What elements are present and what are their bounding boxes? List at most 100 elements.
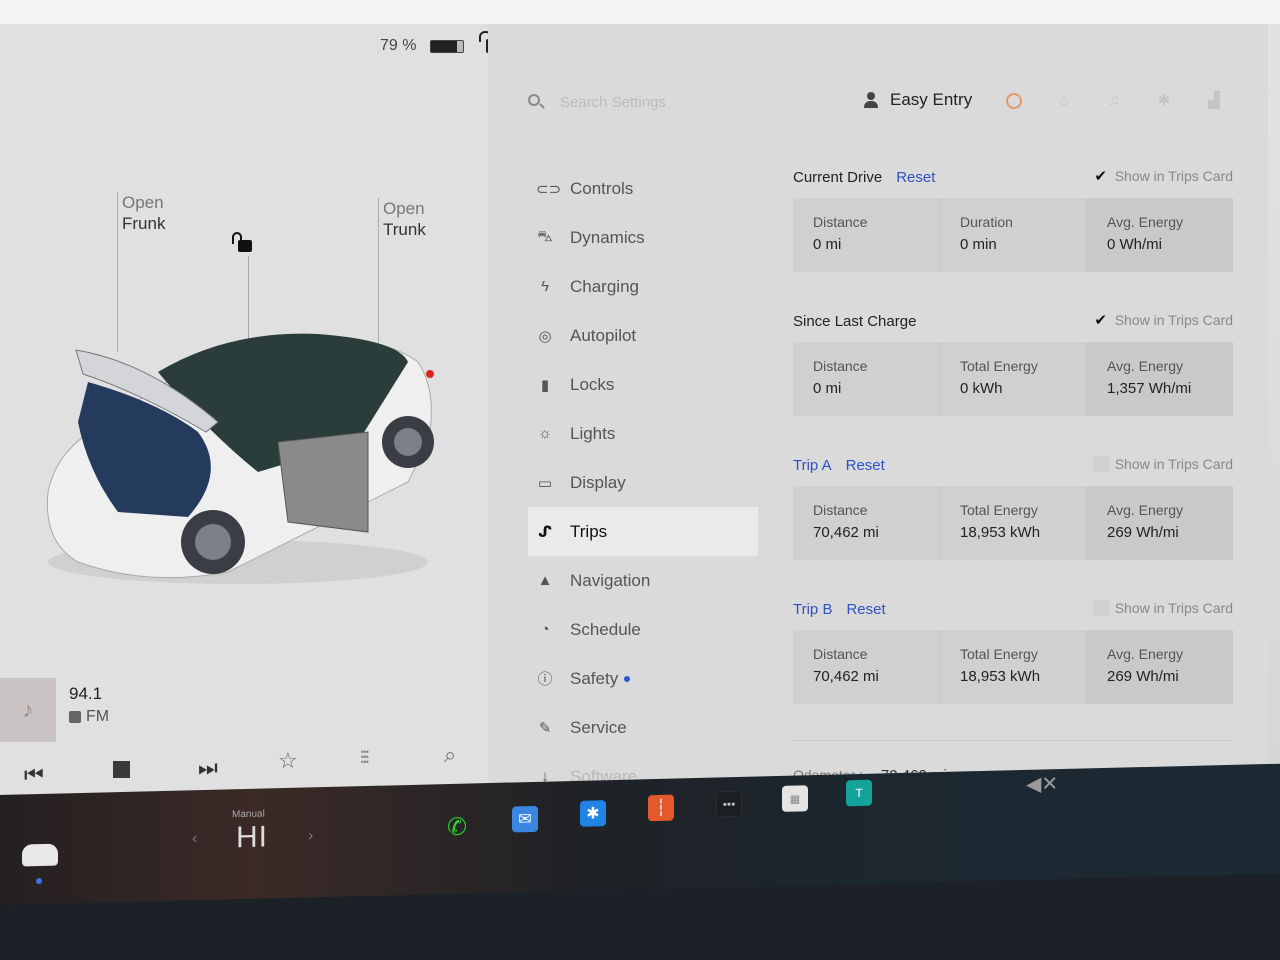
nav-item-trips[interactable]: ᔑ Trips (528, 507, 758, 556)
open-trunk-button[interactable]: Open Trunk (383, 198, 426, 240)
current-drive-stats: Distance 0 mi Duration 0 min Avg. Energy 0 … (793, 198, 1233, 272)
since-last-charge-show-in-trips-card[interactable]: ✔ Show in Trips Card (1093, 312, 1233, 329)
car-icon[interactable] (22, 843, 58, 867)
volume-muted-icon[interactable]: ◀✕ (1026, 771, 1058, 797)
climate-increase-chevron-icon[interactable]: › (308, 827, 313, 845)
current-drive-reset-button[interactable]: Reset (896, 169, 935, 186)
stop-icon[interactable] (113, 761, 130, 778)
messages-icon[interactable]: ✉ (512, 805, 538, 833)
more-apps-icon[interactable]: ••• (716, 790, 742, 818)
stat-label: Total Energy (960, 502, 1038, 518)
controls-icon: ⊂⊃ (536, 180, 562, 198)
notification-dot (624, 675, 631, 682)
profile-button[interactable]: Easy Entry (864, 90, 972, 110)
charging-icon: ϟ (541, 278, 549, 295)
equalizer-icon[interactable]: ⫶⫶⫶ (360, 748, 369, 769)
open-trunk-line2: Trunk (383, 220, 426, 239)
bluetooth-icon[interactable]: ✱ (580, 800, 606, 827)
favorite-star-icon[interactable]: ☆ (278, 748, 298, 774)
nav-item-navigation[interactable]: ▲ Navigation (528, 556, 758, 605)
stat-avg-energy: Avg. Energy 269 Wh/mi (1087, 486, 1233, 560)
screen-top-edge (0, 0, 1280, 24)
stat-total-energy: Total Energy 18,953 kWh (940, 486, 1087, 560)
previous-track-icon[interactable]: ⏮ (24, 762, 44, 788)
checkbox-checked-icon[interactable]: ✔ (1093, 168, 1109, 185)
audio-app-icon[interactable]: ┆ (648, 794, 674, 822)
trip-b-reset-button[interactable]: Reset (846, 601, 885, 618)
checkbox-checked-icon[interactable]: ✔ (1093, 312, 1109, 329)
search-icon (528, 94, 540, 106)
stat-label: Distance (813, 214, 868, 230)
checkbox-unchecked-icon[interactable]: ✔ (1092, 600, 1109, 616)
current-drive-header: Current Drive Reset ✔ Show in Trips Card (793, 164, 1233, 190)
nav-item-label: Controls (570, 178, 634, 198)
nav-item-dynamics[interactable]: ⛍ Dynamics (528, 213, 758, 262)
nav-item-safety[interactable]: ⓘ Safety (528, 654, 758, 703)
open-door (277, 431, 369, 533)
nav-item-label: Dynamics (570, 227, 645, 247)
climate-temperature[interactable]: HI (236, 820, 268, 855)
homelink-icon[interactable]: ⌂ (1056, 92, 1072, 110)
trips-icon: ᔑ (538, 523, 552, 541)
current-drive-show-in-trips-card[interactable]: ✔ Show in Trips Card (1093, 168, 1233, 185)
person-icon (864, 92, 878, 108)
search-settings-input[interactable] (560, 90, 810, 114)
stat-value: 0 min (960, 236, 997, 253)
profile-name: Easy Entry (890, 90, 973, 109)
trip-a-reset-button[interactable]: Reset (846, 457, 885, 474)
trip-a-section: Trip A Reset ✔ Show in Trips Card Distan… (793, 452, 1233, 560)
climate-mode: Manual (232, 808, 265, 821)
media-search-icon[interactable]: ⌕ (444, 742, 456, 768)
open-frunk-button[interactable]: Open Frunk (122, 192, 165, 234)
nav-item-controls[interactable]: ⊂⊃ Controls (528, 164, 758, 213)
nav-item-lights[interactable]: ☼ Lights (528, 409, 758, 458)
stat-value: 0 mi (813, 380, 842, 397)
battery-fill (431, 40, 457, 52)
phone-icon[interactable]: ✆ (444, 813, 470, 840)
band-label: FM (86, 708, 110, 725)
front-rim (195, 524, 231, 560)
stat-avg-energy: Avg. Energy 1,357 Wh/mi (1087, 342, 1233, 416)
nav-item-autopilot[interactable]: ◎ Autopilot (528, 311, 758, 360)
toybox-icon[interactable]: T (846, 779, 872, 807)
calendar-icon[interactable]: ▦ (782, 785, 808, 812)
bell-icon[interactable]: ♫ (1106, 92, 1122, 110)
settings-header: Easy Entry ⌂ ♫ ✱ ▟ (488, 68, 1268, 128)
show-card-label: Show in Trips Card (1114, 312, 1233, 328)
nav-item-service[interactable]: ✎ Service (528, 703, 758, 752)
nav-item-label: Locks (570, 374, 615, 394)
nav-item-schedule[interactable]: ◔ Schedule (528, 605, 758, 654)
lock-open-icon[interactable] (232, 232, 252, 252)
stat-total-energy: Total Energy 0 kWh (940, 342, 1087, 416)
stat-label: Total Energy (960, 358, 1038, 374)
trip-b-show-in-trips-card[interactable]: ✔ Show in Trips Card (1092, 600, 1233, 616)
trip-a-stats: Distance 70,462 mi Total Energy 18,953 kWh… (793, 486, 1233, 560)
stat-value: 70,462 mi (813, 524, 879, 541)
trips-content: Current Drive Reset ✔ Show in Trips Card… (793, 164, 1233, 784)
climate-decrease-chevron-icon[interactable]: ‹ (192, 830, 197, 848)
lock-body (238, 240, 252, 252)
stat-value: 0 Wh/mi (1107, 236, 1163, 253)
display-icon: ▭ (537, 474, 553, 492)
nav-item-display[interactable]: ▭ Display (528, 458, 758, 507)
nav-item-label: Trips (570, 521, 608, 541)
stat-avg-energy: Avg. Energy 269 Wh/mi (1087, 630, 1233, 704)
show-card-label: Show in Trips Card (1114, 168, 1233, 184)
checkbox-unchecked-icon[interactable]: ✔ (1092, 456, 1109, 472)
radio-icon (69, 711, 81, 723)
stat-value: 18,953 kWh (960, 668, 1041, 685)
stat-value: 269 Wh/mi (1107, 524, 1179, 541)
stat-label: Total Energy (960, 646, 1038, 662)
nav-item-charging[interactable]: ϟ Charging (528, 262, 758, 311)
alarm-icon[interactable] (1006, 93, 1022, 109)
car-model-image[interactable]: ϟ (28, 322, 448, 592)
nav-item-locks[interactable]: ▮ Locks (528, 360, 758, 409)
bluetooth-icon[interactable]: ✱ (1156, 92, 1172, 110)
stat-distance: Distance 0 mi (793, 198, 940, 272)
tesla-screen: 79 % Easy Entry 12:03 pm 73°F Open Frunk… (0, 0, 1280, 820)
since-last-charge-section: Since Last Charge ✔ Show in Trips Card D… (793, 308, 1233, 416)
radio-band: FM (69, 708, 109, 726)
trip-a-show-in-trips-card[interactable]: ✔ Show in Trips Card (1092, 456, 1233, 472)
next-track-icon[interactable]: ⏭ (198, 755, 218, 781)
nav-item-label: Autopilot (570, 325, 637, 345)
